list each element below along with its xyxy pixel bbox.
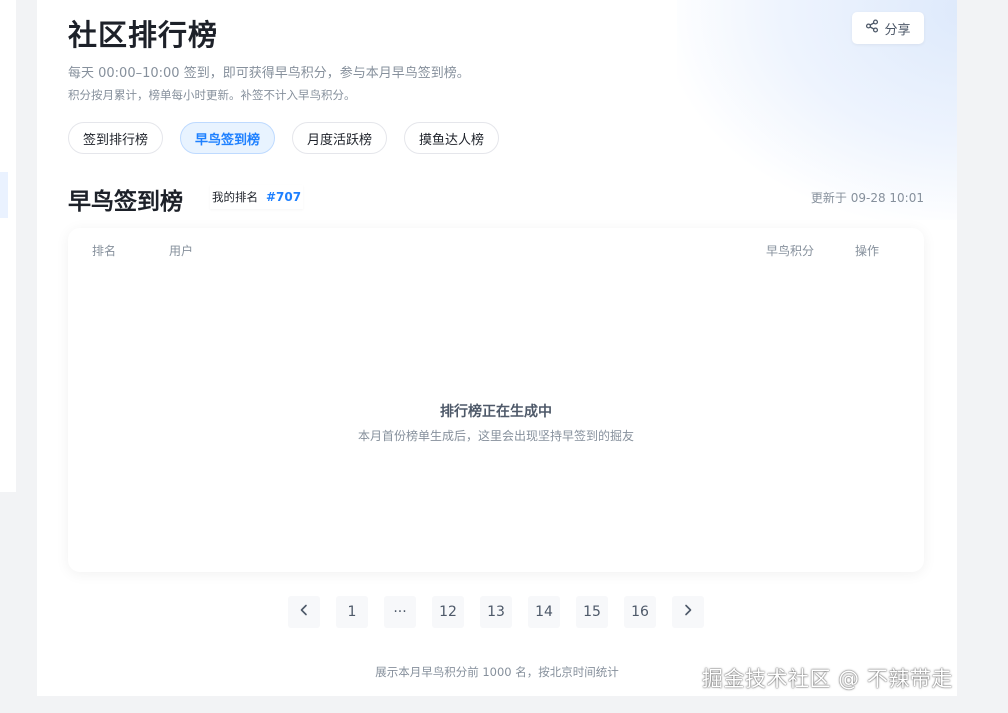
page-button-14[interactable]: 14 (528, 596, 560, 628)
tab-checkin-ranking[interactable]: 签到排行榜 (68, 122, 164, 154)
page-button-16[interactable]: 16 (624, 596, 656, 628)
column-header-actions: 操作 (855, 244, 880, 258)
watermark: 掘金技术社区 @ 不辣带走 (702, 667, 953, 691)
share-label: 分享 (884, 22, 911, 38)
pagination: 1 ··· 12 13 14 15 16 (288, 596, 704, 628)
leaderboard-table: 排名 用户 早鸟积分 操作 排行榜正在生成中 本月首份榜单生成后，这里会出现坚持… (68, 228, 924, 572)
my-rank-label: 我的排名 (212, 190, 258, 204)
update-timestamp: 更新于 09-28 10:01 (810, 191, 924, 205)
left-panel-active-indicator (0, 172, 8, 218)
page-button-13[interactable]: 13 (480, 596, 512, 628)
column-header-user: 用户 (169, 244, 194, 258)
column-header-early-bird-points: 早鸟积分 (766, 244, 815, 258)
page-button-12[interactable]: 12 (432, 596, 464, 628)
chevron-left-icon (299, 604, 309, 620)
leaderboard-tabs: 签到排行榜 早鸟签到榜 月度活跃榜 摸鱼达人榜 (68, 122, 500, 154)
section-title: 早鸟签到榜 (68, 189, 183, 215)
empty-state-title: 排行榜正在生成中 (440, 404, 552, 420)
page-description: 每天 00:00–10:00 签到，即可获得早鸟积分，参与本月早鸟签到榜。 (68, 66, 470, 81)
share-button[interactable]: 分享 (852, 12, 924, 44)
prev-page-button[interactable] (288, 596, 320, 628)
page-ellipsis-button[interactable]: ··· (384, 596, 416, 628)
empty-state-description: 本月首份榜单生成后，这里会出现坚持早签到的掘友 (357, 429, 634, 443)
leaderboard-main-card: 社区排行榜 每天 00:00–10:00 签到，即可获得早鸟积分，参与本月早鸟签… (37, 0, 957, 696)
page-button-1[interactable]: 1 (336, 596, 368, 628)
share-icon (865, 19, 879, 37)
my-rank-badge: 我的排名 #707 (210, 185, 303, 209)
chevron-right-icon (683, 604, 693, 620)
page-button-15[interactable]: 15 (576, 596, 608, 628)
tab-monthly-active-ranking[interactable]: 月度活跃榜 (292, 122, 388, 154)
left-side-panel (0, 0, 16, 492)
page-subdescription: 积分按月累计，榜单每小时更新。补签不计入早鸟积分。 (68, 88, 356, 102)
tab-early-bird-ranking[interactable]: 早鸟签到榜 (180, 122, 276, 154)
my-rank-value: #707 (266, 190, 302, 204)
next-page-button[interactable] (672, 596, 704, 628)
column-header-rank: 排名 (92, 244, 117, 258)
page-title: 社区排行榜 (68, 18, 219, 52)
tab-slacker-ranking[interactable]: 摸鱼达人榜 (404, 122, 500, 154)
